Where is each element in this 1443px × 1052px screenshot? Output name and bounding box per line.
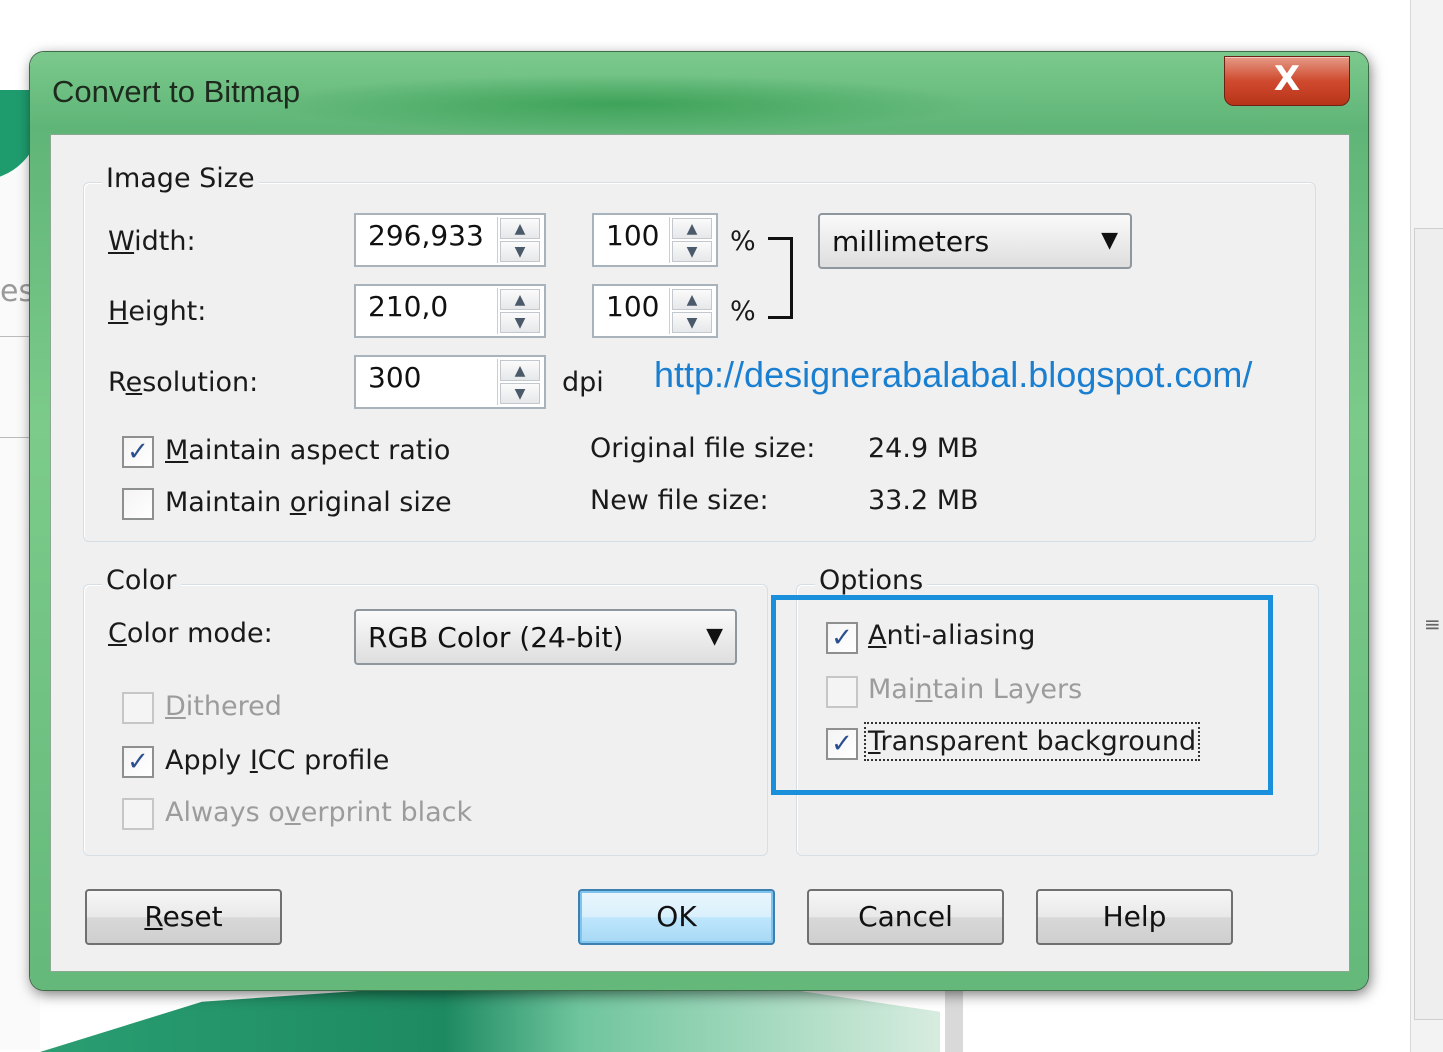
height-label: Height: <box>108 296 207 327</box>
resolution-spin-up-icon[interactable]: ▲ <box>500 360 540 381</box>
height-percent-spin-down-icon[interactable]: ▼ <box>672 312 712 333</box>
resolution-value: 300 <box>368 361 422 394</box>
height-spinner: ▲ ▼ <box>497 288 542 334</box>
always-overprint-label: Always overprint black <box>165 797 473 828</box>
maintain-original-checkbox[interactable] <box>122 488 154 520</box>
width-percent-spin-down-icon[interactable]: ▼ <box>672 241 712 262</box>
maintain-aspect-checkbox[interactable]: ✓ <box>122 436 154 468</box>
resolution-unit: dpi <box>562 367 604 398</box>
height-percent-value: 100 <box>606 290 660 323</box>
dropdown-arrow-icon: ▼ <box>706 624 723 649</box>
height-input[interactable]: 210,0 ▲ ▼ <box>354 284 546 338</box>
width-percent-value: 100 <box>606 219 660 252</box>
resolution-label: Resolution: <box>108 367 259 398</box>
scrollbar-grip-icon[interactable]: ≡ <box>1424 612 1441 636</box>
units-dropdown[interactable]: millimeters ▼ <box>818 213 1132 269</box>
width-value: 296,933 <box>368 219 484 252</box>
original-size-label: Original file size: <box>590 433 816 464</box>
height-spin-up-icon[interactable]: ▲ <box>500 289 540 310</box>
options-highlight-box <box>771 595 1273 795</box>
dithered-label: Dithered <box>165 691 282 722</box>
apply-icc-label: Apply ICC profile <box>165 745 390 776</box>
units-value: millimeters <box>832 225 990 258</box>
height-label-rest: eight: <box>128 296 207 327</box>
color-group-title: Color <box>102 565 181 596</box>
width-spinner: ▲ ▼ <box>497 217 542 263</box>
close-button[interactable]: X <box>1224 56 1350 106</box>
window-title: Convert to Bitmap <box>52 74 301 109</box>
help-button[interactable]: Help <box>1036 889 1233 945</box>
resolution-spinner: ▲ ▼ <box>497 359 542 405</box>
height-percent-spin-up-icon[interactable]: ▲ <box>672 289 712 310</box>
new-size-label: New file size: <box>590 485 769 516</box>
new-size-value: 33.2 MB <box>868 485 979 516</box>
watermark-url: http://designerabalabal.blogspot.com/ <box>654 354 1253 395</box>
width-spin-down-icon[interactable]: ▼ <box>500 241 540 262</box>
apply-icc-checkbox[interactable]: ✓ <box>122 746 154 778</box>
color-mode-label: Color mode: <box>108 618 273 649</box>
maintain-aspect-label: Maintain aspect ratio <box>165 435 451 466</box>
width-spin-up-icon[interactable]: ▲ <box>500 218 540 239</box>
background-text-fragment: es <box>0 274 35 309</box>
image-size-group-title: Image Size <box>102 163 259 194</box>
color-mode-dropdown[interactable]: RGB Color (24-bit) ▼ <box>354 609 737 665</box>
color-mode-value: RGB Color (24-bit) <box>368 621 624 654</box>
height-percent-spinner: ▲ ▼ <box>669 288 714 334</box>
reset-button[interactable]: Reset <box>85 889 282 945</box>
close-icon: X <box>1273 59 1301 99</box>
options-group-title: Options <box>815 565 928 596</box>
original-size-value: 24.9 MB <box>868 433 979 464</box>
titlebar-glow <box>260 74 980 134</box>
width-label-rest: idth: <box>134 226 196 257</box>
height-spin-down-icon[interactable]: ▼ <box>500 312 540 333</box>
resolution-spin-down-icon[interactable]: ▼ <box>500 383 540 404</box>
height-percent-symbol: % <box>730 296 756 327</box>
width-percent-symbol: % <box>730 226 756 257</box>
cancel-button[interactable]: Cancel <box>807 889 1004 945</box>
resolution-input[interactable]: 300 ▲ ▼ <box>354 355 546 409</box>
height-percent-input[interactable]: 100 ▲ ▼ <box>592 284 718 338</box>
width-input[interactable]: 296,933 ▲ ▼ <box>354 213 546 267</box>
height-value: 210,0 <box>368 290 449 323</box>
maintain-original-label: Maintain original size <box>165 487 452 518</box>
link-bracket-icon <box>768 237 793 319</box>
dropdown-arrow-icon: ▼ <box>1101 228 1118 253</box>
width-label: Width: <box>108 226 196 257</box>
width-percent-spinner: ▲ ▼ <box>669 217 714 263</box>
width-percent-input[interactable]: 100 ▲ ▼ <box>592 213 718 267</box>
always-overprint-checkbox[interactable] <box>122 798 154 830</box>
dithered-checkbox[interactable] <box>122 692 154 724</box>
background-swoosh-bottom <box>40 985 940 1052</box>
background-bar <box>945 985 963 1052</box>
ok-button[interactable]: OK <box>578 889 775 945</box>
width-percent-spin-up-icon[interactable]: ▲ <box>672 218 712 239</box>
